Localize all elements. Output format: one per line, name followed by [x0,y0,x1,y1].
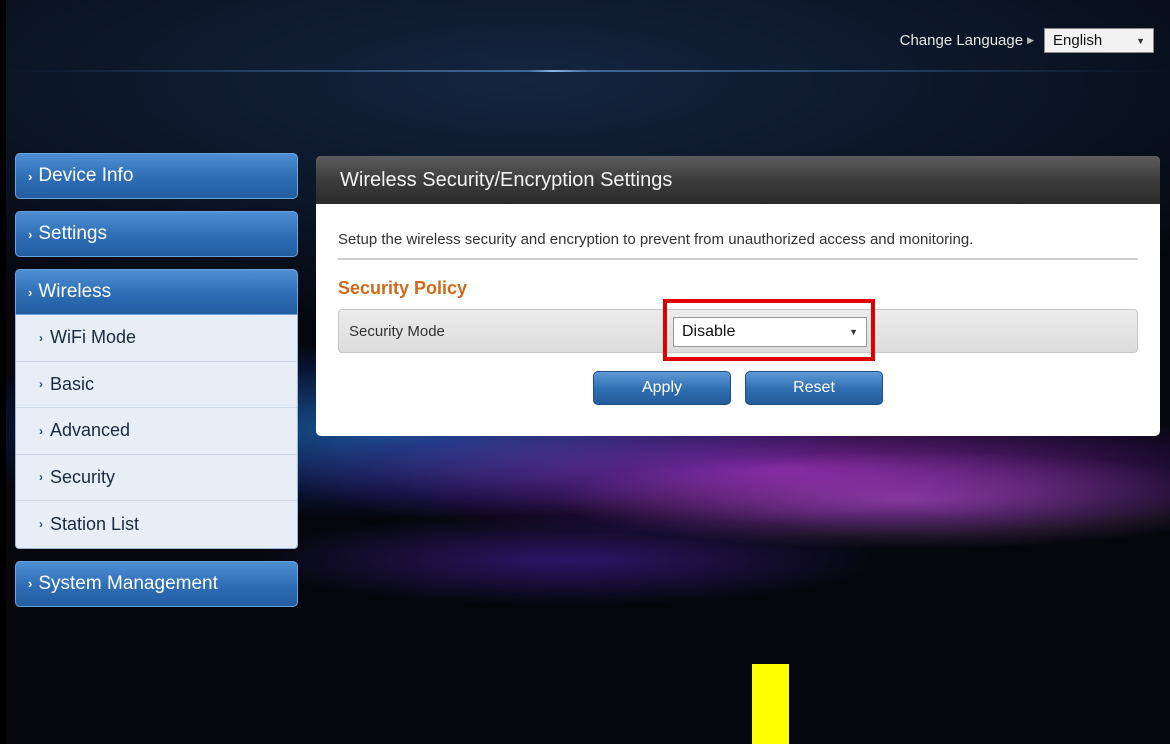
change-language-label: Change Language [899,32,1024,49]
chevron-right-icon: › [39,377,43,392]
button-row: Apply Reset [338,371,1138,405]
sidebar-item-wireless[interactable]: › Wireless [15,269,298,315]
chevron-right-icon: › [28,576,33,591]
chevron-right-icon: › [39,470,43,485]
sidebar-item-label: Device Info [38,165,134,186]
language-select-value: English [1053,32,1103,49]
security-mode-row: Security Mode Disable ▼ [338,299,1138,361]
sidebar-subitem-advanced[interactable]: › Advanced [16,408,297,455]
chevron-right-icon: › [28,168,33,184]
dropdown-caret-icon: ▼ [849,327,858,337]
panel-description: Setup the wireless security and encrypti… [338,204,1138,260]
chevron-right-icon: › [28,226,33,242]
chevron-right-icon: › [39,330,43,345]
security-mode-value: Disable [682,323,736,340]
security-mode-select[interactable]: Disable ▼ [673,317,867,347]
sidebar-subitem-security[interactable]: › Security [16,455,297,501]
chevron-right-icon: › [28,284,33,300]
arrow-right-icon: ▶ [1027,35,1034,45]
sidebar-item-device-info[interactable]: › Device Info [15,153,298,199]
panel-body: Setup the wireless security and encrypti… [316,204,1160,405]
sidebar-item-label: Wireless [38,281,112,302]
sidebar-subitem-station-list[interactable]: › Station List [16,501,297,548]
sidebar-subitem-basic[interactable]: › Basic [16,362,297,408]
language-bar: Change Language ▶ English ▼ [900,28,1154,53]
sidebar-item-settings[interactable]: › Settings [15,211,298,257]
sidebar: › Device Info › Settings › Wireless › Wi… [15,153,298,619]
sidebar-subitem-label: Basic [50,373,95,394]
yellow-marker [752,664,789,744]
wireless-submenu: › WiFi Mode › Basic › Advanced › Securit… [15,315,298,549]
reset-button[interactable]: Reset [745,371,883,405]
sidebar-subitem-wifi-mode[interactable]: › WiFi Mode [16,315,297,362]
sidebar-item-system-management[interactable]: › System Management [15,560,298,607]
apply-button[interactable]: Apply [593,371,731,405]
sidebar-subitem-label: WiFi Mode [50,327,137,348]
language-select[interactable]: English ▼ [1044,28,1154,53]
sidebar-subitem-label: Security [50,466,116,487]
panel-title: Wireless Security/Encryption Settings [316,156,1160,204]
header-divider [6,70,1170,72]
dropdown-caret-icon: ▼ [1136,35,1145,46]
settings-panel: Wireless Security/Encryption Settings Se… [316,156,1160,436]
sidebar-item-label: System Management [38,572,218,594]
section-title: Security Policy [338,278,468,298]
sidebar-subitem-label: Station List [50,513,140,534]
sidebar-subitem-label: Advanced [50,420,131,441]
chevron-right-icon: › [39,423,43,438]
security-mode-label: Security Mode [349,322,445,340]
sidebar-item-label: Settings [38,223,107,244]
chevron-right-icon: › [39,517,43,532]
